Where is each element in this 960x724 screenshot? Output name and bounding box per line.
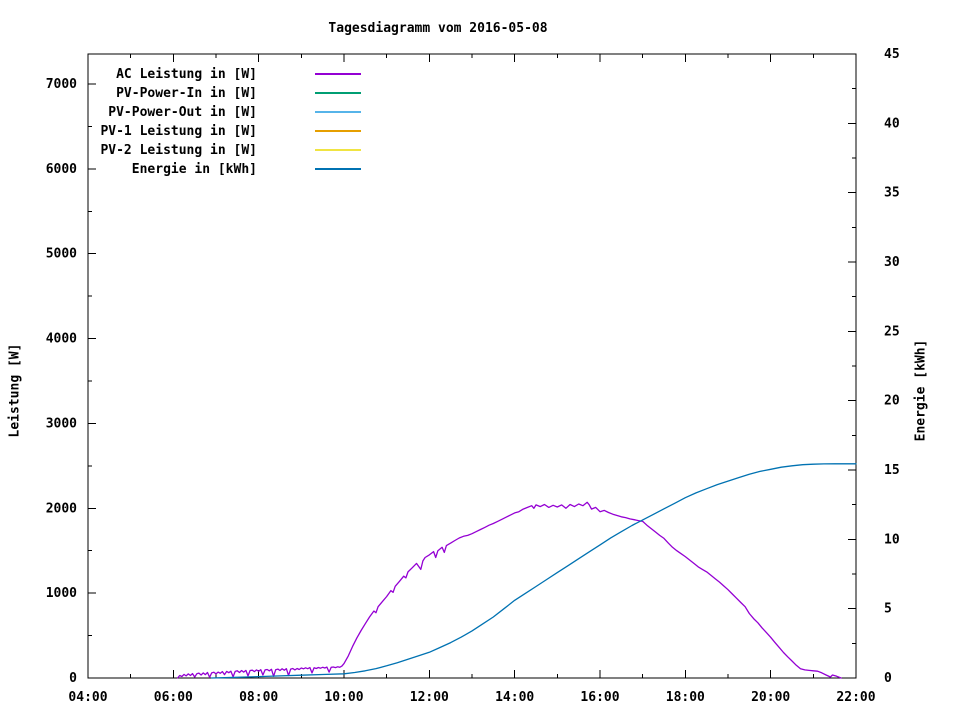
y-left-tick-label: 7000: [46, 77, 77, 92]
x-tick-label: 22:00: [836, 690, 875, 705]
y-left-tick-label: 1000: [46, 586, 77, 601]
chart: Tagesdiagramm vom 2016-05-08 Leistung [W…: [0, 0, 960, 720]
legend-label: PV-Power-Out in [W]: [108, 105, 257, 120]
x-tick-label: 16:00: [580, 690, 619, 705]
x-tick-label: 06:00: [154, 690, 193, 705]
legend-label: Energie in [kWh]: [132, 162, 257, 177]
y-right-tick-label: 25: [884, 324, 900, 339]
y-left-tick-label: 4000: [46, 332, 77, 347]
x-tick-label: 14:00: [495, 690, 534, 705]
series-lines: [176, 463, 857, 679]
legend-label: PV-1 Leistung in [W]: [100, 124, 257, 139]
chart-title: Tagesdiagramm vom 2016-05-08: [328, 21, 548, 36]
y-right-tick-label: 20: [884, 394, 900, 409]
x-tick-label: 12:00: [410, 690, 449, 705]
y-left-tick-label: 3000: [46, 416, 77, 431]
x-tick-label: 18:00: [666, 690, 705, 705]
series-line-ac-leistung-in-w: [176, 501, 842, 679]
x-tick-label: 08:00: [239, 690, 278, 705]
y-left-tick-label: 0: [69, 671, 77, 686]
x-tick-label: 04:00: [68, 690, 107, 705]
y-left-tick-label: 2000: [46, 501, 77, 516]
x-tick-label: 10:00: [324, 690, 363, 705]
series-line-energie-in-kwh: [211, 463, 857, 679]
y-right-tick-label: 35: [884, 186, 900, 201]
y-right-tick-label: 30: [884, 255, 900, 270]
x-tick-label: 20:00: [751, 690, 790, 705]
plot-svg: 04:00 06:00 08:00 10:00 12:00 14:00 16:00 18:00…: [46, 47, 900, 705]
y-right-tick-label: 15: [884, 463, 900, 478]
legend-label: PV-2 Leistung in [W]: [100, 143, 257, 158]
legend-label: PV-Power-In in [W]: [116, 86, 257, 101]
y-right-tick-label: 0: [884, 671, 892, 686]
y-axis-label-left: Leistung [W]: [7, 343, 23, 438]
y-right-tick-label: 45: [884, 47, 900, 62]
y-right-tick-label: 5: [884, 602, 892, 617]
legend: AC Leistung in [W] PV-Power-In in [W] PV-P…: [100, 67, 361, 177]
y-left-tick-label: 5000: [46, 247, 77, 262]
y-left-tick-label: 6000: [46, 162, 77, 177]
legend-label: AC Leistung in [W]: [116, 67, 257, 82]
y-axis-label-right: Energie [kWh]: [913, 339, 929, 442]
y-right-tick-label: 10: [884, 532, 900, 547]
y-right-tick-label: 40: [884, 116, 900, 131]
